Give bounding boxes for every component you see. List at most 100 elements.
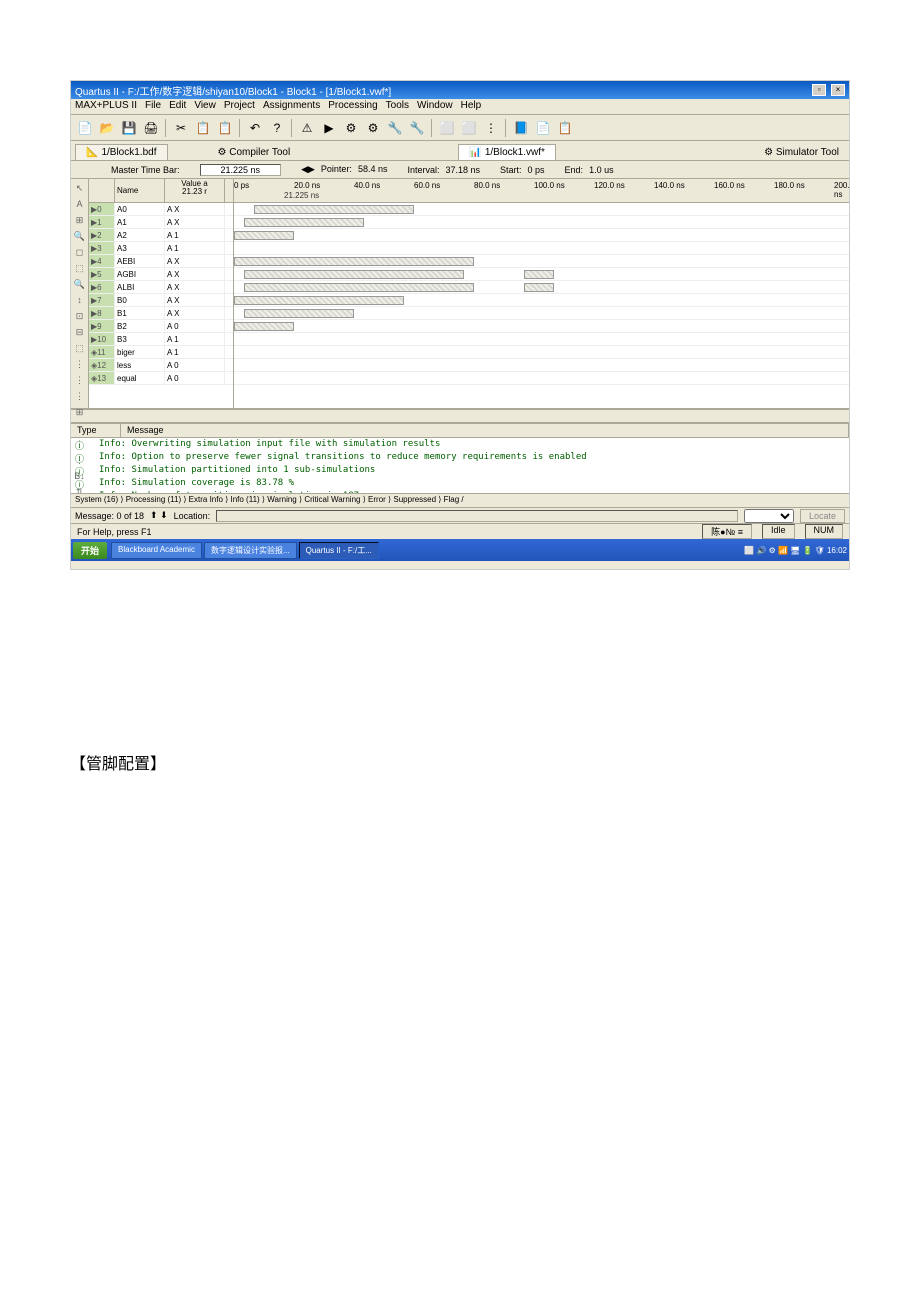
waveform-row — [234, 255, 849, 268]
waveform-canvas[interactable]: 21.225 ns 0 ps20.0 ns40.0 ns60.0 ns80.0 … — [234, 179, 849, 408]
locate-button[interactable]: Locate — [800, 509, 845, 523]
force-tool-icon[interactable]: ⋮ — [73, 389, 87, 403]
window-title: Quartus II - F:/工作/数字逻辑/shiyan10/Block1 … — [75, 83, 391, 98]
zoom-tool-icon[interactable]: 🔍 — [73, 229, 87, 243]
signal-row[interactable]: ▶9 B2 A 0 — [89, 320, 233, 333]
signal-pin-icon: ◈12 — [89, 359, 115, 371]
messages-header: Type Message — [71, 424, 849, 438]
signal-row[interactable]: ▶10 B3 A 1 — [89, 333, 233, 346]
find-tool-icon[interactable]: 🔍 — [73, 277, 87, 291]
clipboard-icon[interactable]: 📋 — [555, 118, 575, 138]
signal-row[interactable]: ▶5 AGBI A X — [89, 268, 233, 281]
signal-row[interactable]: ▶8 B1 A X — [89, 307, 233, 320]
signal-name: B2 — [115, 320, 165, 332]
new-file-icon[interactable]: 📄 — [75, 118, 95, 138]
cut-icon[interactable]: ✂ — [171, 118, 191, 138]
message-filter-tabs[interactable]: System (16) ⟩ Processing (11) ⟩ Extra In… — [71, 493, 849, 507]
messages-body[interactable]: ⓘInfo: Overwriting simulation input file… — [71, 438, 849, 493]
tab-vwf[interactable]: 📊 1/Block1.vwf* — [458, 144, 555, 160]
force-tool-icon[interactable]: ⊟ — [73, 325, 87, 339]
timebar-info: Master Time Bar: 21.225 ns ◀▶ Pointer: 5… — [71, 161, 849, 179]
signal-pin-icon: ▶10 — [89, 333, 115, 345]
select-tool-icon[interactable]: ⬚ — [73, 261, 87, 275]
gear-icon[interactable]: ⚙ — [363, 118, 383, 138]
menu-view[interactable]: View — [194, 100, 216, 113]
message-line[interactable]: ⓘInfo: Simulation partitioned into 1 sub… — [75, 465, 845, 478]
quartus-window: Quartus II - F:/工作/数字逻辑/shiyan10/Block1 … — [70, 80, 850, 570]
signal-row[interactable]: ▶3 A3 A 1 — [89, 242, 233, 255]
tool-icon[interactable]: 🔧 — [385, 118, 405, 138]
taskbar-task[interactable]: Blackboard Academic — [111, 542, 202, 559]
paste-icon[interactable]: 📋 — [215, 118, 235, 138]
signal-name: less — [115, 359, 165, 371]
signal-row[interactable]: ▶4 AEBI A X — [89, 255, 233, 268]
box-icon[interactable]: ⬜ — [437, 118, 457, 138]
menu-processing[interactable]: Processing — [328, 100, 377, 113]
signal-name: B0 — [115, 294, 165, 306]
page-icon[interactable]: 📄 — [533, 118, 553, 138]
force-tool-icon[interactable]: ⊡ — [73, 309, 87, 323]
list-icon[interactable]: ⋮ — [481, 118, 501, 138]
mdi-close[interactable]: × — [831, 84, 845, 96]
message-line[interactable]: ⓘInfo: Option to preserve fewer signal t… — [75, 452, 845, 465]
signal-row[interactable]: ▶1 A1 A X — [89, 216, 233, 229]
signal-row[interactable]: ◈11 biger A 1 — [89, 346, 233, 359]
updown-tool-icon[interactable]: ↕ — [73, 293, 87, 307]
undo-icon[interactable]: ↶ — [245, 118, 265, 138]
menu-tools[interactable]: Tools — [386, 100, 409, 113]
save-icon[interactable]: 💾 — [119, 118, 139, 138]
message-line[interactable]: ⓘInfo: Simulation coverage is 83.78 % — [75, 478, 845, 491]
tool-icon[interactable]: 🔧 — [407, 118, 427, 138]
start-button[interactable]: 开始 — [73, 542, 107, 559]
box-icon[interactable]: ⬜ — [459, 118, 479, 138]
waveform-row — [234, 307, 849, 320]
pointer-tool-icon[interactable]: ↖ — [73, 181, 87, 195]
tab-bdf[interactable]: 📐 1/Block1.bdf — [75, 144, 168, 160]
toolbar-sep — [431, 119, 433, 137]
location-field[interactable] — [216, 510, 738, 522]
window-controls: ▫ × — [810, 84, 845, 96]
copy-icon[interactable]: 📋 — [193, 118, 213, 138]
menu-window[interactable]: Window — [417, 100, 453, 113]
force-tool-icon[interactable]: ⋮ — [73, 373, 87, 387]
menu-edit[interactable]: Edit — [169, 100, 186, 113]
horizontal-scrollbar[interactable] — [71, 409, 849, 423]
system-tray[interactable]: ⬜ 🔊 ⚙ 📶 🖥 🔋 🛡 16:02 — [744, 546, 847, 555]
book-icon[interactable]: 📘 — [511, 118, 531, 138]
warning-icon[interactable]: ⚠ — [297, 118, 317, 138]
signal-pin-icon: ▶5 — [89, 268, 115, 280]
gear-icon[interactable]: ⚙ — [341, 118, 361, 138]
signal-value: A 1 — [165, 242, 225, 254]
compiler-tool-label[interactable]: ⚙ Compiler Tool — [212, 145, 297, 160]
waveform-segment — [234, 296, 404, 305]
print-icon[interactable]: 🖨 — [141, 118, 161, 138]
signal-row[interactable]: ◈12 less A 0 — [89, 359, 233, 372]
signal-row[interactable]: ▶0 A0 A X — [89, 203, 233, 216]
signal-row[interactable]: ▶2 A2 A 1 — [89, 229, 233, 242]
tray-icons[interactable]: ⬜ 🔊 ⚙ 📶 🖥 🔋 🛡 — [744, 546, 825, 555]
menu-file[interactable]: File — [145, 100, 161, 113]
signal-row[interactable]: ▶7 B0 A X — [89, 294, 233, 307]
force-tool-icon[interactable]: ⬚ — [73, 341, 87, 355]
open-file-icon[interactable]: 📂 — [97, 118, 117, 138]
menu-help[interactable]: Help — [461, 100, 482, 113]
signal-row[interactable]: ▶6 ALBI A X — [89, 281, 233, 294]
signal-value: A X — [165, 203, 225, 215]
taskbar-task[interactable]: 数字逻辑设计实验报... — [204, 542, 297, 559]
simulator-tool-label[interactable]: ⚙ Simulator Tool — [758, 145, 845, 160]
location-select[interactable] — [744, 509, 794, 523]
grid-tool-icon[interactable]: ⊞ — [73, 213, 87, 227]
mdi-restore[interactable]: ▫ — [812, 84, 826, 96]
signal-row[interactable]: ◈13 equal A 0 — [89, 372, 233, 385]
menu-maxplus[interactable]: MAX+PLUS II — [75, 100, 137, 113]
message-line[interactable]: ⓘInfo: Overwriting simulation input file… — [75, 439, 845, 452]
force-tool-icon[interactable]: ⊞ — [73, 405, 87, 419]
play-icon[interactable]: ▶ — [319, 118, 339, 138]
help-icon[interactable]: ? — [267, 118, 287, 138]
rect-tool-icon[interactable]: ◻ — [73, 245, 87, 259]
taskbar-task[interactable]: Quartus II - F:/工... — [299, 542, 379, 559]
menu-assignments[interactable]: Assignments — [263, 100, 320, 113]
force-tool-icon[interactable]: ⋮ — [73, 357, 87, 371]
menu-project[interactable]: Project — [224, 100, 255, 113]
text-tool-icon[interactable]: A — [73, 197, 87, 211]
